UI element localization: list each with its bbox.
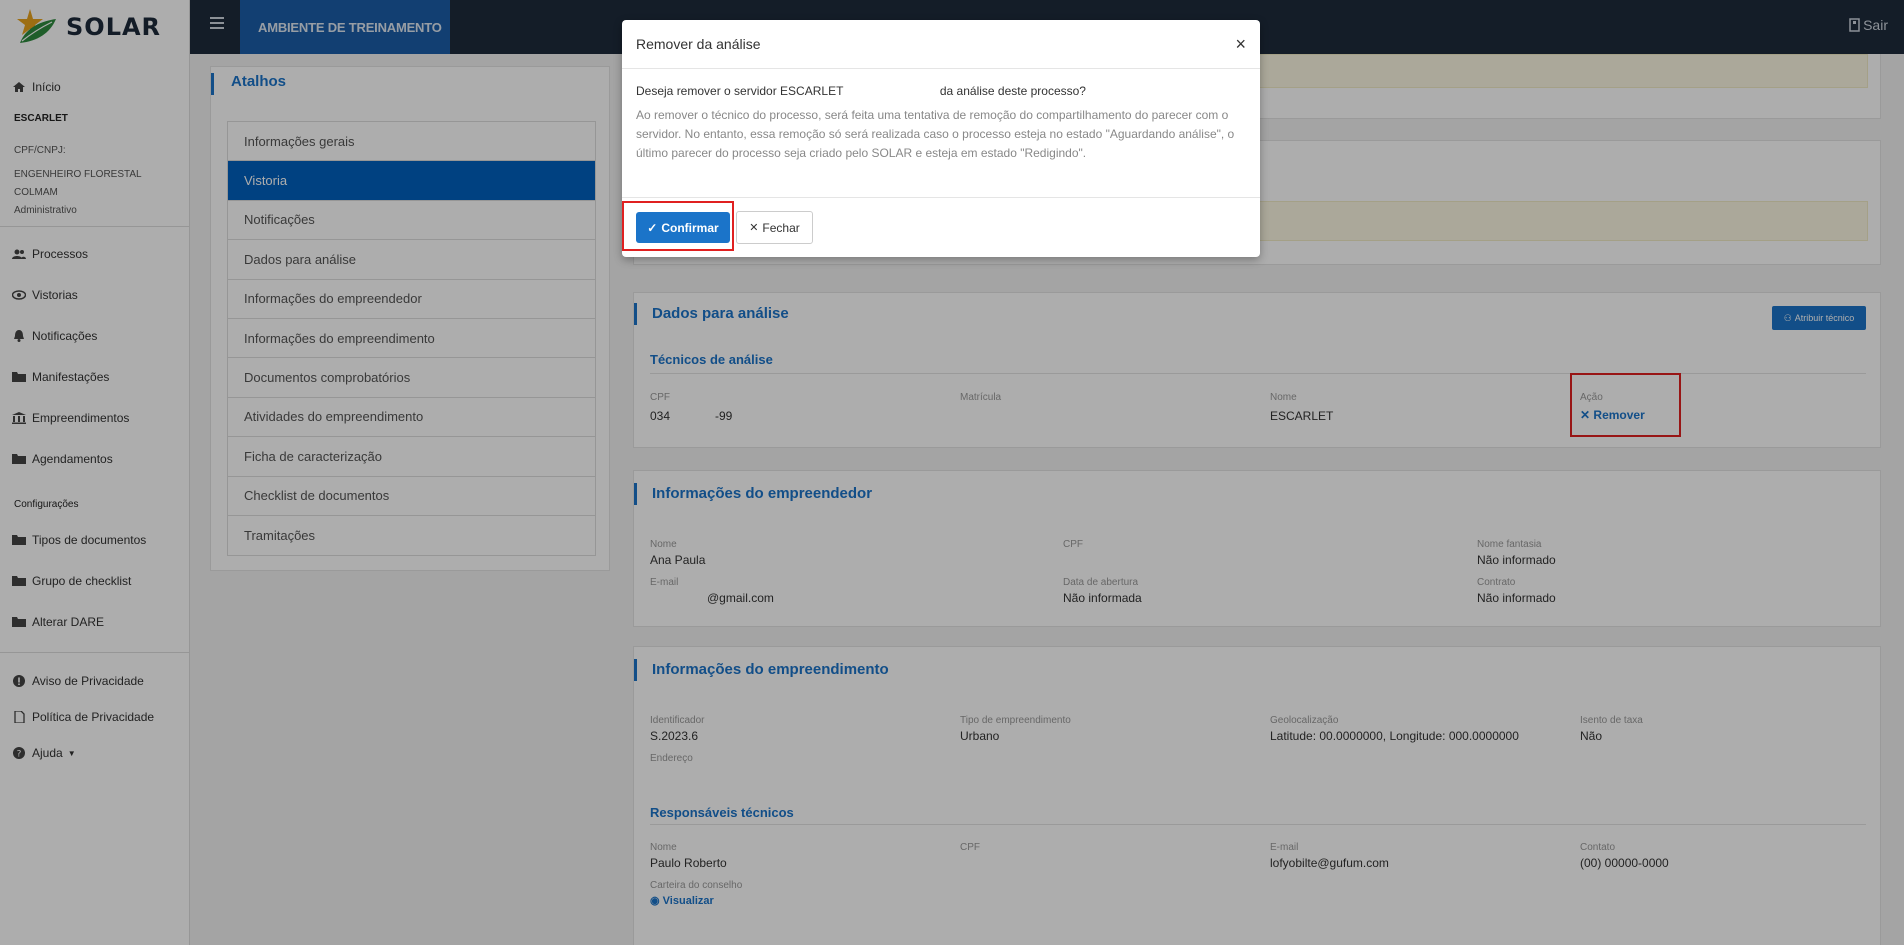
close-icon[interactable]: × bbox=[1235, 35, 1246, 53]
modal-body: Deseja remover o servidor ESCARLET da an… bbox=[622, 69, 1260, 198]
close-icon: ✕ bbox=[749, 222, 759, 234]
question-start: Deseja remover o servidor ESCARLET bbox=[636, 84, 844, 98]
modal-message: Ao remover o técnico do processo, será f… bbox=[636, 108, 1235, 160]
close-button[interactable]: ✕ Fechar bbox=[736, 211, 813, 244]
modal-header: Remover da análise × bbox=[622, 20, 1260, 69]
modal-question: Deseja remover o servidor ESCARLET da an… bbox=[636, 84, 1246, 98]
close-label: Fechar bbox=[762, 220, 800, 235]
modal-title: Remover da análise bbox=[636, 36, 761, 52]
highlight-confirm bbox=[622, 201, 734, 251]
question-end: da análise deste processo? bbox=[939, 84, 1086, 98]
